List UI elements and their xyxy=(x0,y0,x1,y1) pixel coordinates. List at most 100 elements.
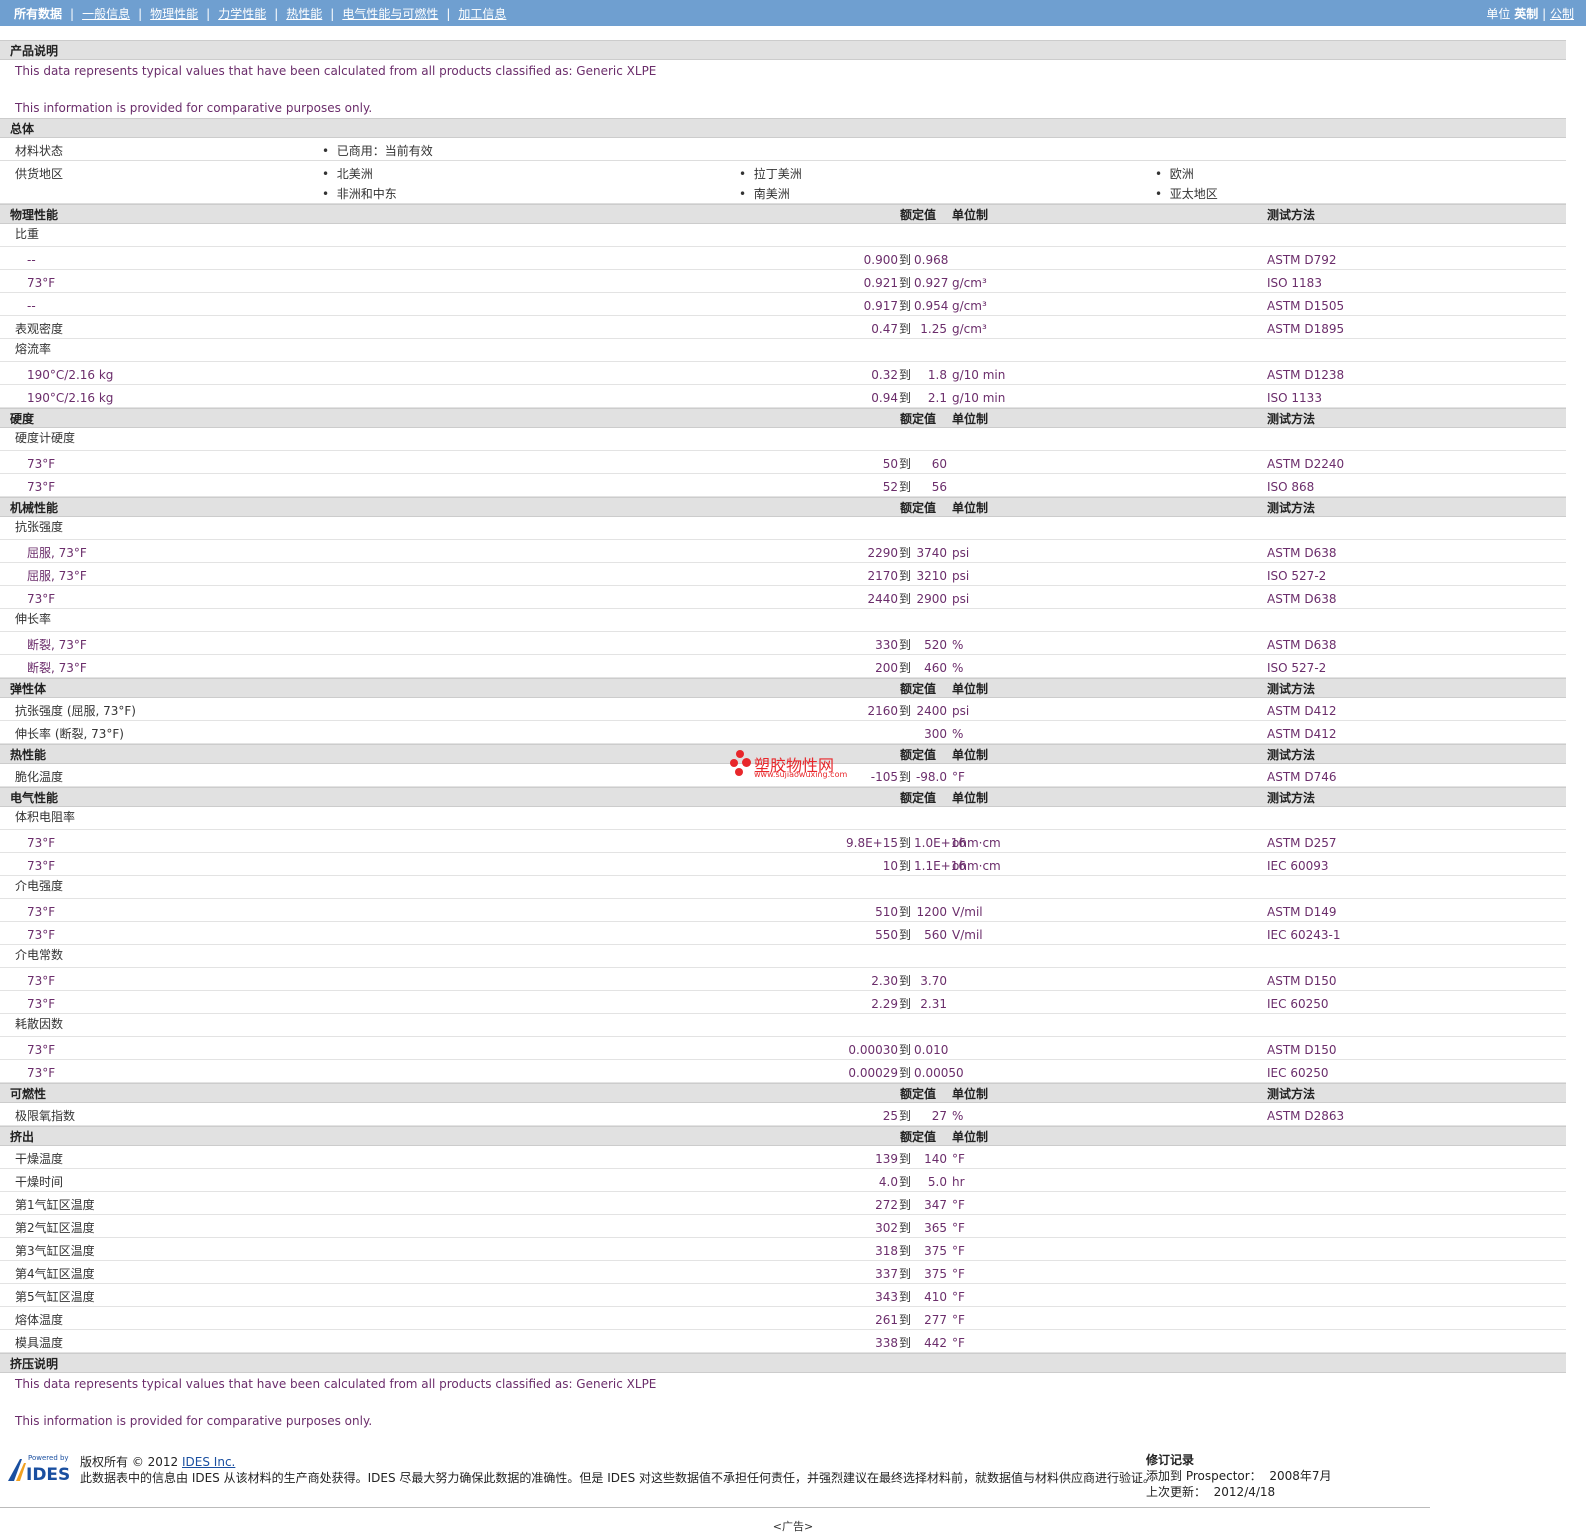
region-item: • 南美洲 xyxy=(739,187,790,201)
value-header: 额定值 xyxy=(899,208,936,222)
method-header: 测试方法 xyxy=(1267,1087,1316,1101)
units-metric[interactable]: 公制 xyxy=(1550,7,1574,21)
table-row: 73°F 52 到 56 ISO 868 xyxy=(0,474,1566,497)
section-title: 电气性能 xyxy=(10,791,59,805)
revision-block: 修订记录 添加到 Prospector： 2008年7月 上次更新： 2012/… xyxy=(1146,1452,1332,1500)
table-row: 第4气缸区温度 337 到 375 °F xyxy=(0,1261,1566,1284)
product-desc-line2: This information is provided for compara… xyxy=(15,101,373,115)
table-row: 屈服, 73°F 2170 到 3210 psi ISO 527-2 xyxy=(0,563,1566,586)
watermark: 塑胶物性网 www.sujiaowuxing.com xyxy=(730,750,870,786)
table-row: 表观密度 0.47 到 1.25 g/cm³ ASTM D1895 xyxy=(0,316,1566,339)
value-header: 额定值 xyxy=(899,1087,936,1101)
top-nav-bar: 所有数据 | 一般信息 | 物理性能 | 力学性能 | 热性能 | 电气性能与可燃性 | 加工信息 单位… xyxy=(0,0,1586,26)
table-row: 73°F 0.921 到 0.927 g/cm³ ISO 1183 xyxy=(0,270,1566,293)
watermark-url: www.sujiaowuxing.com xyxy=(754,770,848,779)
svg-text:IDES: IDES xyxy=(26,1465,70,1483)
table-row: 190°C/2.16 kg 0.32 到 1.8 g/10 min ASTM D1238 xyxy=(0,362,1566,385)
added-label: 添加到 Prospector： xyxy=(1146,1469,1262,1483)
copyright-text: 版权所有 © 2012 xyxy=(80,1455,179,1469)
nav-processing[interactable]: 加工信息 xyxy=(458,5,506,22)
table-row: 73°F 2.30 到 3.70 ASTM D150 xyxy=(0,968,1566,991)
table-row: 伸长率 (断裂, 73°F) 300% ASTM D412 xyxy=(0,721,1566,744)
ides-logo-icon: Powered by IDES xyxy=(8,1454,70,1485)
nav-physical[interactable]: 物理性能 xyxy=(150,5,198,22)
watermark-dot xyxy=(736,750,744,758)
region-item: • 亚太地区 xyxy=(1155,187,1218,201)
nav-electrical[interactable]: 电气性能与可燃性 xyxy=(342,5,438,22)
updated-value: 2012/4/18 xyxy=(1213,1485,1276,1499)
added-value: 2008年7月 xyxy=(1269,1469,1332,1483)
section-header-general: 总体 xyxy=(0,118,1566,138)
region-item: • 拉丁美洲 xyxy=(739,167,802,181)
table-row: 抗张强度 (屈服, 73°F) 2160 到 2400 psi ASTM D412 xyxy=(0,698,1566,721)
table-row: 73°F 50 到 60 ASTM D2240 xyxy=(0,451,1566,474)
table-row: 断裂, 73°F 200 到 460% ISO 527-2 xyxy=(0,655,1566,678)
table-row: 第5气缸区温度 343 到 410 °F xyxy=(0,1284,1566,1307)
unit-header: 单位制 xyxy=(952,208,989,222)
table-row: 干燥时间 4.0 到 5.0 hr xyxy=(0,1169,1566,1192)
supply-region-row: 供货地区 • 北美洲 • 拉丁美洲 • 欧洲 • 非洲和中东 • 南美洲 • 亚… xyxy=(0,161,1566,204)
value-header: 额定值 xyxy=(899,501,936,515)
svg-text:Powered by: Powered by xyxy=(28,1454,69,1462)
table-row: 73°F 510 到 1200 V/mil ASTM D149 xyxy=(0,899,1566,922)
nav-mechanical[interactable]: 力学性能 xyxy=(218,5,266,22)
extrusion-note: This data represents typical values that… xyxy=(0,1373,1566,1431)
value-header: 额定值 xyxy=(899,1130,936,1144)
table-row: 73°F 0.00029 到 0.00050 IEC 60250 xyxy=(0,1060,1566,1083)
method-header: 测试方法 xyxy=(1267,501,1316,515)
table-row: 73°F 550 到 560 V/mil IEC 60243-1 xyxy=(0,922,1566,945)
property-group-row: 硬度计硬度 xyxy=(0,428,1566,451)
region-item: • 非洲和中东 xyxy=(322,187,397,201)
property-group-name: 熔流率 xyxy=(15,342,52,356)
section-header: 物理性能 额定值 单位制 测试方法 xyxy=(0,204,1566,224)
table-row: 断裂, 73°F 330 到 520% ASTM D638 xyxy=(0,632,1566,655)
material-status-label: 材料状态 xyxy=(15,144,64,158)
property-group-row: 伸长率 xyxy=(0,609,1566,632)
value-header: 额定值 xyxy=(899,682,936,696)
property-group-name: 比重 xyxy=(15,227,40,241)
property-group-name: 介电强度 xyxy=(15,879,64,893)
extrusion-note-line1: This data represents typical values that… xyxy=(15,1377,657,1391)
method-header: 测试方法 xyxy=(1267,412,1316,426)
region-item: • 北美洲 xyxy=(322,167,373,181)
extrusion-note-line2: This information is provided for compara… xyxy=(15,1414,373,1428)
nav-all-data[interactable]: 所有数据 xyxy=(14,5,62,22)
material-status-value: • 已商用：当前有效 xyxy=(322,144,433,158)
table-row: 熔体温度 261 到 277 °F xyxy=(0,1307,1566,1330)
datasheet-content: 产品说明 This data represents typical values… xyxy=(0,40,1566,1431)
section-nav: 所有数据 | 一般信息 | 物理性能 | 力学性能 | 热性能 | 电气性能与可燃性 | 加工信息 xyxy=(14,5,507,22)
property-group-row: 耗散因数 xyxy=(0,1014,1566,1037)
section-header: 挤出 额定值 单位制 xyxy=(0,1126,1566,1146)
property-group-name: 抗张强度 xyxy=(15,520,64,534)
unit-header: 单位制 xyxy=(952,501,989,515)
table-row: 干燥温度 139 到 140 °F xyxy=(0,1146,1566,1169)
scrollbar-area xyxy=(1566,26,1586,1535)
footer-divider xyxy=(0,1507,1430,1508)
watermark-dot xyxy=(735,768,743,776)
section-header-extrusion-note: 挤压说明 xyxy=(0,1353,1566,1373)
section-header: 电气性能 额定值 单位制 测试方法 xyxy=(0,787,1566,807)
section-header: 机械性能 额定值 单位制 测试方法 xyxy=(0,497,1566,517)
section-title: 弹性体 xyxy=(10,682,47,696)
nav-general-info[interactable]: 一般信息 xyxy=(82,5,130,22)
ad-slot[interactable]: <广告> xyxy=(0,1518,1586,1534)
disclaimer-text: 此数据表中的信息由 IDES 从该材料的生产商处获得。IDES 尽最大努力确保此… xyxy=(80,1471,1156,1485)
ides-logo[interactable]: Powered by IDES xyxy=(8,1453,72,1485)
section-title: 物理性能 xyxy=(10,208,59,222)
nav-thermal[interactable]: 热性能 xyxy=(286,5,322,22)
ides-link[interactable]: IDES Inc. xyxy=(182,1455,235,1469)
units-imperial[interactable]: 英制 xyxy=(1514,7,1538,21)
property-group-row: 介电常数 xyxy=(0,945,1566,968)
unit-header: 单位制 xyxy=(952,1087,989,1101)
table-row: 第2气缸区温度 302 到 365 °F xyxy=(0,1215,1566,1238)
section-header: 弹性体 额定值 单位制 测试方法 xyxy=(0,678,1566,698)
property-group-name: 硬度计硬度 xyxy=(15,431,76,445)
region-item: • 欧洲 xyxy=(1155,167,1194,181)
method-header: 测试方法 xyxy=(1267,682,1316,696)
section-title: 热性能 xyxy=(10,748,47,762)
property-group-name: 伸长率 xyxy=(15,612,52,626)
revision-title: 修订记录 xyxy=(1146,1453,1195,1467)
unit-header: 单位制 xyxy=(952,412,989,426)
table-row: 第1气缸区温度 272 到 347 °F xyxy=(0,1192,1566,1215)
table-row: 73°F 2.29 到 2.31 IEC 60250 xyxy=(0,991,1566,1014)
